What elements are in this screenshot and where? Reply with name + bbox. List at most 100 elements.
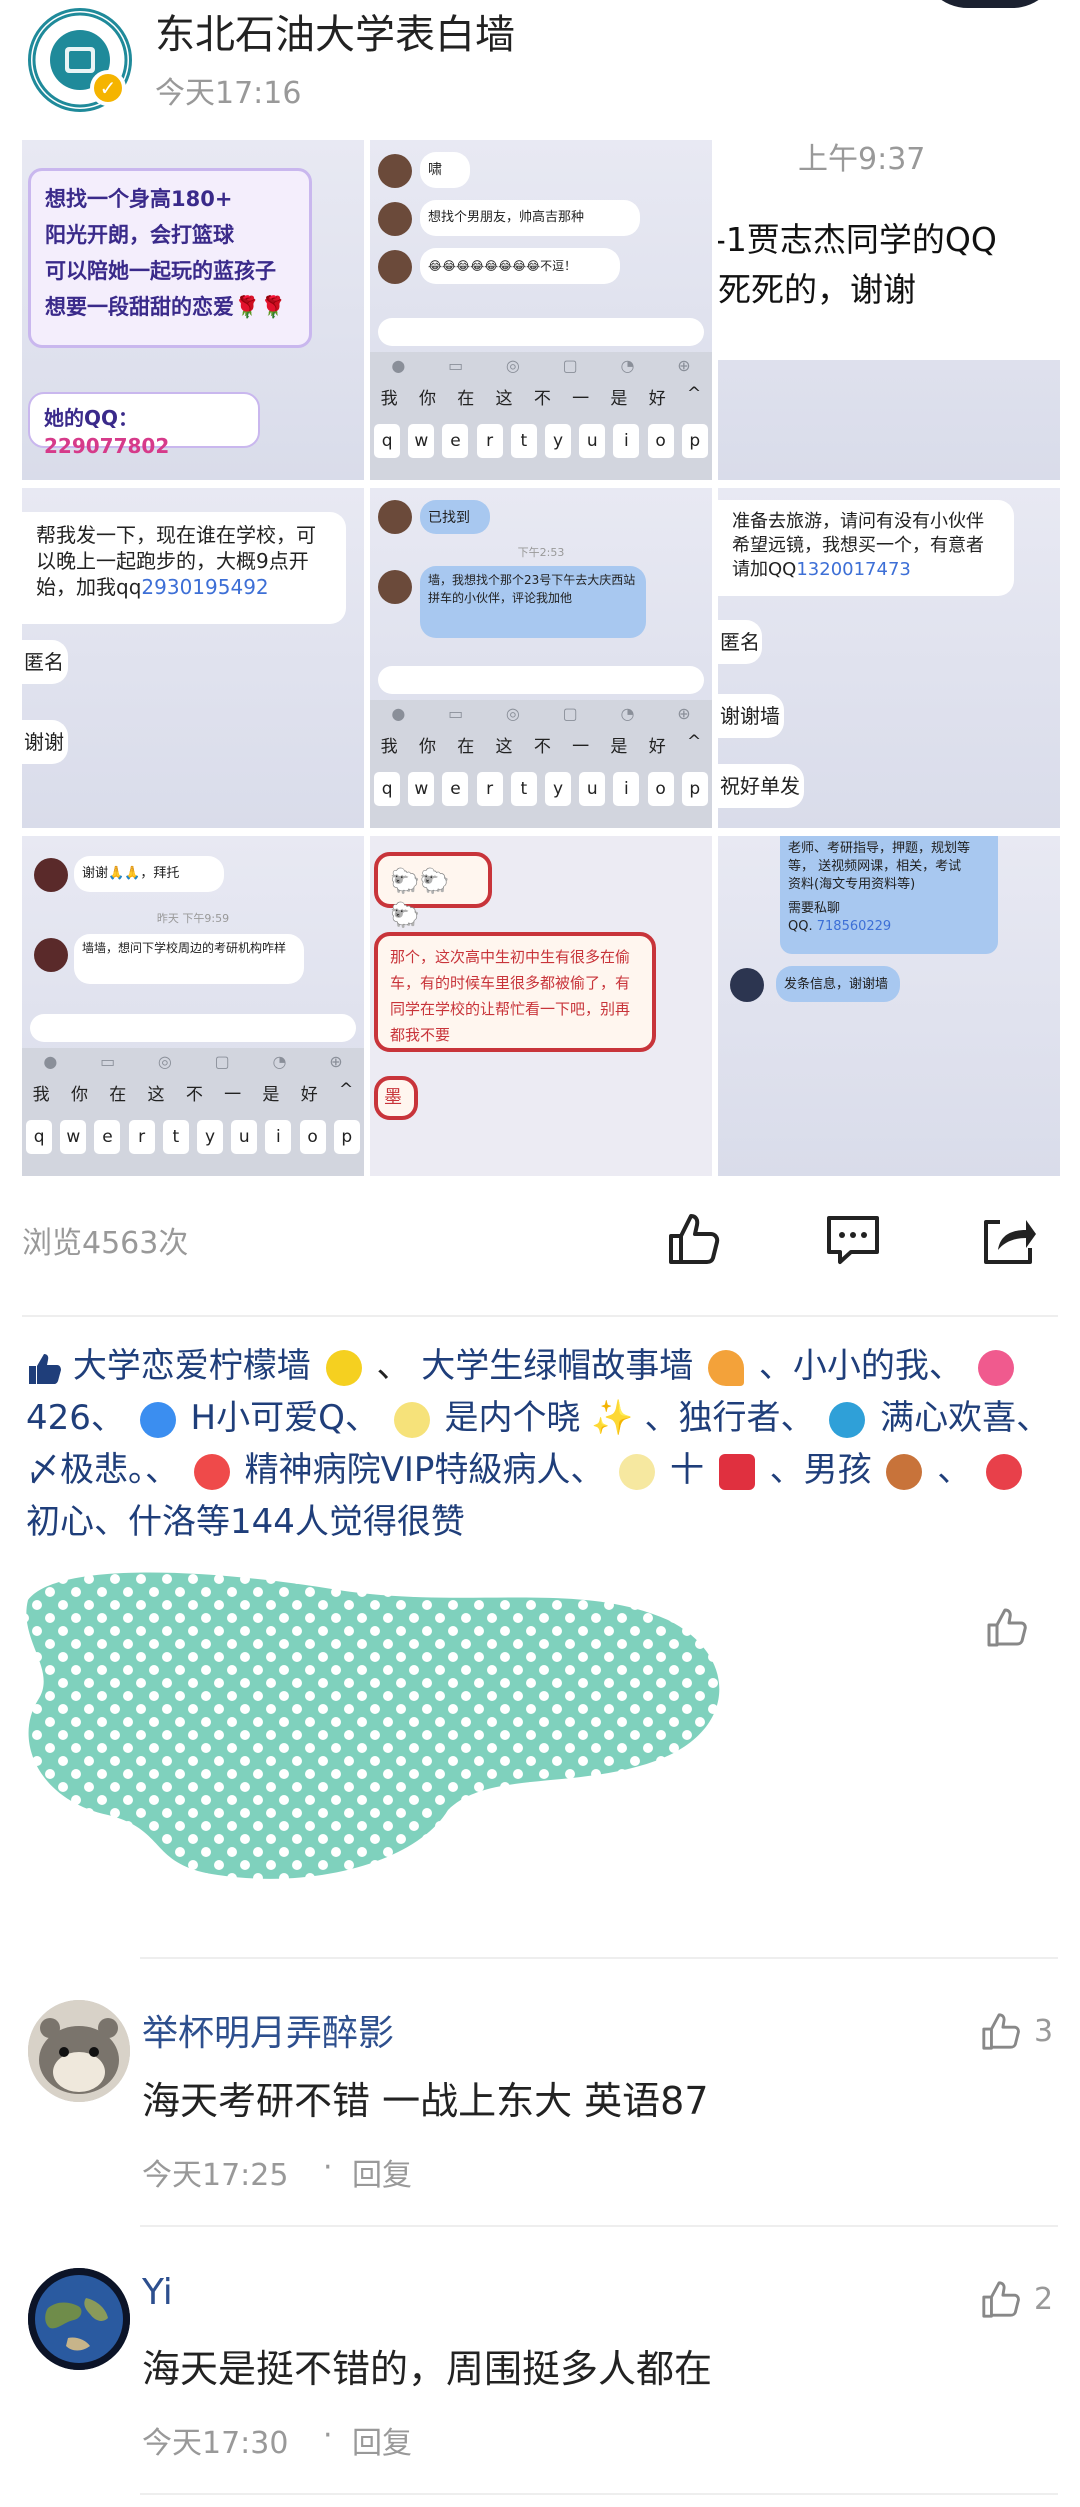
profile-card: 想找一个身高180+ 阳光开朗，会打篮球 可以陪她一起玩的蓝孩子 想要一段甜甜的…: [28, 168, 312, 348]
image-tile-2[interactable]: 啸 想找个男朋友，帅高吉那种 😂😂😂😂😂😂😂😂不逗！ ● ▭ ◎ ▢ ◔ ⊕ 我你 在这不 一…: [370, 140, 712, 480]
liker-name[interactable]: 大学生绿帽故事墙: [421, 1346, 693, 1386]
qq-label: QQ.: [788, 919, 813, 934]
qq-number: 229077802: [44, 434, 170, 458]
image-tile-4[interactable]: 帮我发一下，现在谁在学校，可以晚上一起跑步的，大概9点开始，加我qq293019…: [22, 488, 364, 828]
comment-button[interactable]: [824, 1210, 882, 1272]
comment-like-count: 2: [1034, 2281, 1054, 2317]
kb-key: u: [231, 1120, 258, 1154]
image-tile-8[interactable]: 🐑🐑🐑 那个，这次高中生初中生有很多在偷车，有的时候车里很多都被偷了，有同学在学…: [370, 836, 712, 1176]
chat-bubble: 老师、考研指导，押题，规划等 等， 送视频网课，相关，考试 资料(海文专用资料等…: [780, 836, 998, 954]
redacted-comment-like-button[interactable]: [985, 1605, 1029, 1653]
comment-avatar[interactable]: [28, 2000, 130, 2102]
image-tile-6[interactable]: 准备去旅游，请问有没有小伙伴希望远镜，我想买一个，有意者请加QQ13200174…: [718, 488, 1060, 828]
kb-cn-key: 是: [610, 389, 628, 409]
reply-button[interactable]: 回复: [352, 2150, 412, 2194]
liker-name[interactable]: 大学恋爱柠檬墙: [73, 1346, 311, 1386]
chat-bubble: 匿名: [718, 620, 762, 664]
comment-author[interactable]: Yi: [142, 2272, 173, 2313]
liker-name[interactable]: 精神病院VIP特級病人、: [245, 1450, 605, 1490]
kb-key: w: [408, 772, 435, 806]
comment-like-button[interactable]: 2: [980, 2278, 1053, 2320]
comment-like-button[interactable]: 3: [980, 2010, 1053, 2052]
comment-text: 海天考研不错 一战上东大 英语87: [142, 2079, 709, 2123]
separator: 、: [937, 1450, 972, 1490]
kb-key: q: [374, 424, 401, 458]
kb-cn-key: 在: [457, 737, 475, 757]
dot-separator: ·: [323, 2150, 333, 2185]
kb-key: w: [60, 1120, 87, 1154]
chat-time: 昨天 下午9:59: [156, 912, 230, 925]
screenshot-line: 死死的，谢谢: [718, 270, 916, 309]
thumbs-up-icon: [669, 1214, 720, 1264]
qq-link: 718560229: [816, 919, 892, 934]
verified-badge-icon: ✓: [90, 70, 126, 106]
image-tile-5[interactable]: 已找到 下午2:53 墙，我想找个那个23号下午去大庆西站拼车的小伙伴，评论我加…: [370, 488, 712, 828]
kb-key: y: [197, 1120, 224, 1154]
liker-name[interactable]: 是内个晓: [444, 1398, 580, 1438]
chat-line: 老师、考研指导，押题，规划等: [788, 841, 971, 856]
liker-name[interactable]: 初心、什洛等144人觉得很赞: [26, 1502, 465, 1542]
kb-key: y: [545, 772, 572, 806]
kb-cn-key: 是: [262, 1085, 280, 1105]
kb-cn-key: 不: [533, 389, 551, 409]
share-button[interactable]: [980, 1210, 1038, 1272]
kb-cn-key: 我: [32, 1085, 50, 1105]
kb-key: o: [647, 424, 674, 458]
keyboard-cn-row: 我你在这不一是好 ^: [380, 732, 702, 757]
chat-line: 等， 送视频网课，相关，考试: [788, 859, 962, 874]
chat-bubble: 发条信息，谢谢墙: [776, 966, 900, 1002]
chat-bubble: 匿名: [22, 640, 68, 684]
sticker-card: 墨: [374, 1076, 418, 1120]
chat-line: 资料(海文专用资料等): [788, 877, 916, 892]
bird-avatar-icon: [139, 1401, 176, 1438]
liker-name[interactable]: 、小小的我、: [759, 1346, 963, 1386]
kb-key: y: [545, 424, 572, 458]
liker-name[interactable]: 、独行者、: [644, 1398, 814, 1438]
kb-key: p: [333, 1120, 360, 1154]
kb-cn-key: 好: [648, 737, 666, 757]
divider: [140, 1957, 1058, 1959]
divider: [140, 2493, 1058, 2495]
sticker-card: 🐑🐑🐑: [374, 852, 492, 929]
chat-input-bar: [378, 318, 704, 346]
keyboard-cn-row: 我你在这不一是好 ^: [32, 1080, 354, 1105]
qq-card: 她的QQ： 229077802: [28, 392, 260, 458]
divider: [22, 1315, 1058, 1317]
image-tile-1[interactable]: 想找一个身高180+ 阳光开朗，会打篮球 可以陪她一起玩的蓝孩子 想要一段甜甜的…: [22, 140, 364, 480]
image-tile-3[interactable]: 上午9:37 -1贾志杰同学的QQ 死死的，谢谢: [718, 140, 1060, 480]
view-count: 浏览4563次: [22, 1226, 189, 1261]
liker-name[interactable]: H小可爱Q、: [191, 1398, 379, 1438]
kb-key: t: [510, 772, 537, 806]
comment-avatar[interactable]: [28, 2268, 130, 2370]
kb-key: i: [613, 424, 640, 458]
chat-bubble: 谢谢🙏🙏，拜托: [74, 856, 224, 892]
chat-avatar: [378, 202, 412, 236]
thumbs-up-icon: [982, 2281, 1020, 2318]
liker-name[interactable]: 426、: [26, 1398, 125, 1438]
kb-key: t: [510, 424, 537, 458]
liker-name[interactable]: 、男孩: [770, 1450, 872, 1490]
keyboard-en-row: qwertyuiop: [22, 1120, 364, 1154]
kb-cn-key: 在: [109, 1085, 127, 1105]
earth-avatar-icon: [28, 2268, 130, 2370]
comment-text: 海天是挺不错的，周围挺多人都在: [142, 2347, 713, 2391]
sparkle-icon: ✨: [591, 1398, 634, 1438]
swirl-avatar-icon: [829, 1401, 866, 1438]
like-button[interactable]: [665, 1210, 723, 1272]
heart-gift-icon: [718, 1453, 755, 1490]
liker-name[interactable]: 十: [670, 1450, 704, 1490]
share-icon: [984, 1220, 1036, 1264]
keyboard-toolbar: ● ▭ ◎ ▢ ◔ ⊕: [391, 704, 691, 723]
comment-time: 今天17:30: [142, 2426, 289, 2461]
kb-cn-key: 这: [495, 737, 513, 757]
screenshot-time: 上午9:37: [798, 142, 926, 177]
image-tile-7[interactable]: 谢谢🙏🙏，拜托 昨天 下午9:59 墙墙，想问下学校周边的考研机构咋样 ● ▭ ◎ ▢…: [22, 836, 364, 1176]
thumbs-up-icon: [987, 1608, 1027, 1647]
image-tile-9[interactable]: 老师、考研指导，押题，规划等 等， 送视频网课，相关，考试 资料(海文专用资料等…: [718, 836, 1060, 1176]
screenshot-line: -1贾志杰同学的QQ: [718, 220, 997, 259]
reply-button[interactable]: 回复: [352, 2418, 412, 2462]
crown-avatar-icon: [986, 1453, 1023, 1490]
post-author-title[interactable]: 东北石油大学表白墙: [155, 2, 515, 60]
keyboard-cn-row: 我你在这不一是好 ^: [380, 384, 702, 409]
comment-author[interactable]: 举杯明月弄醉影: [142, 2004, 394, 2056]
